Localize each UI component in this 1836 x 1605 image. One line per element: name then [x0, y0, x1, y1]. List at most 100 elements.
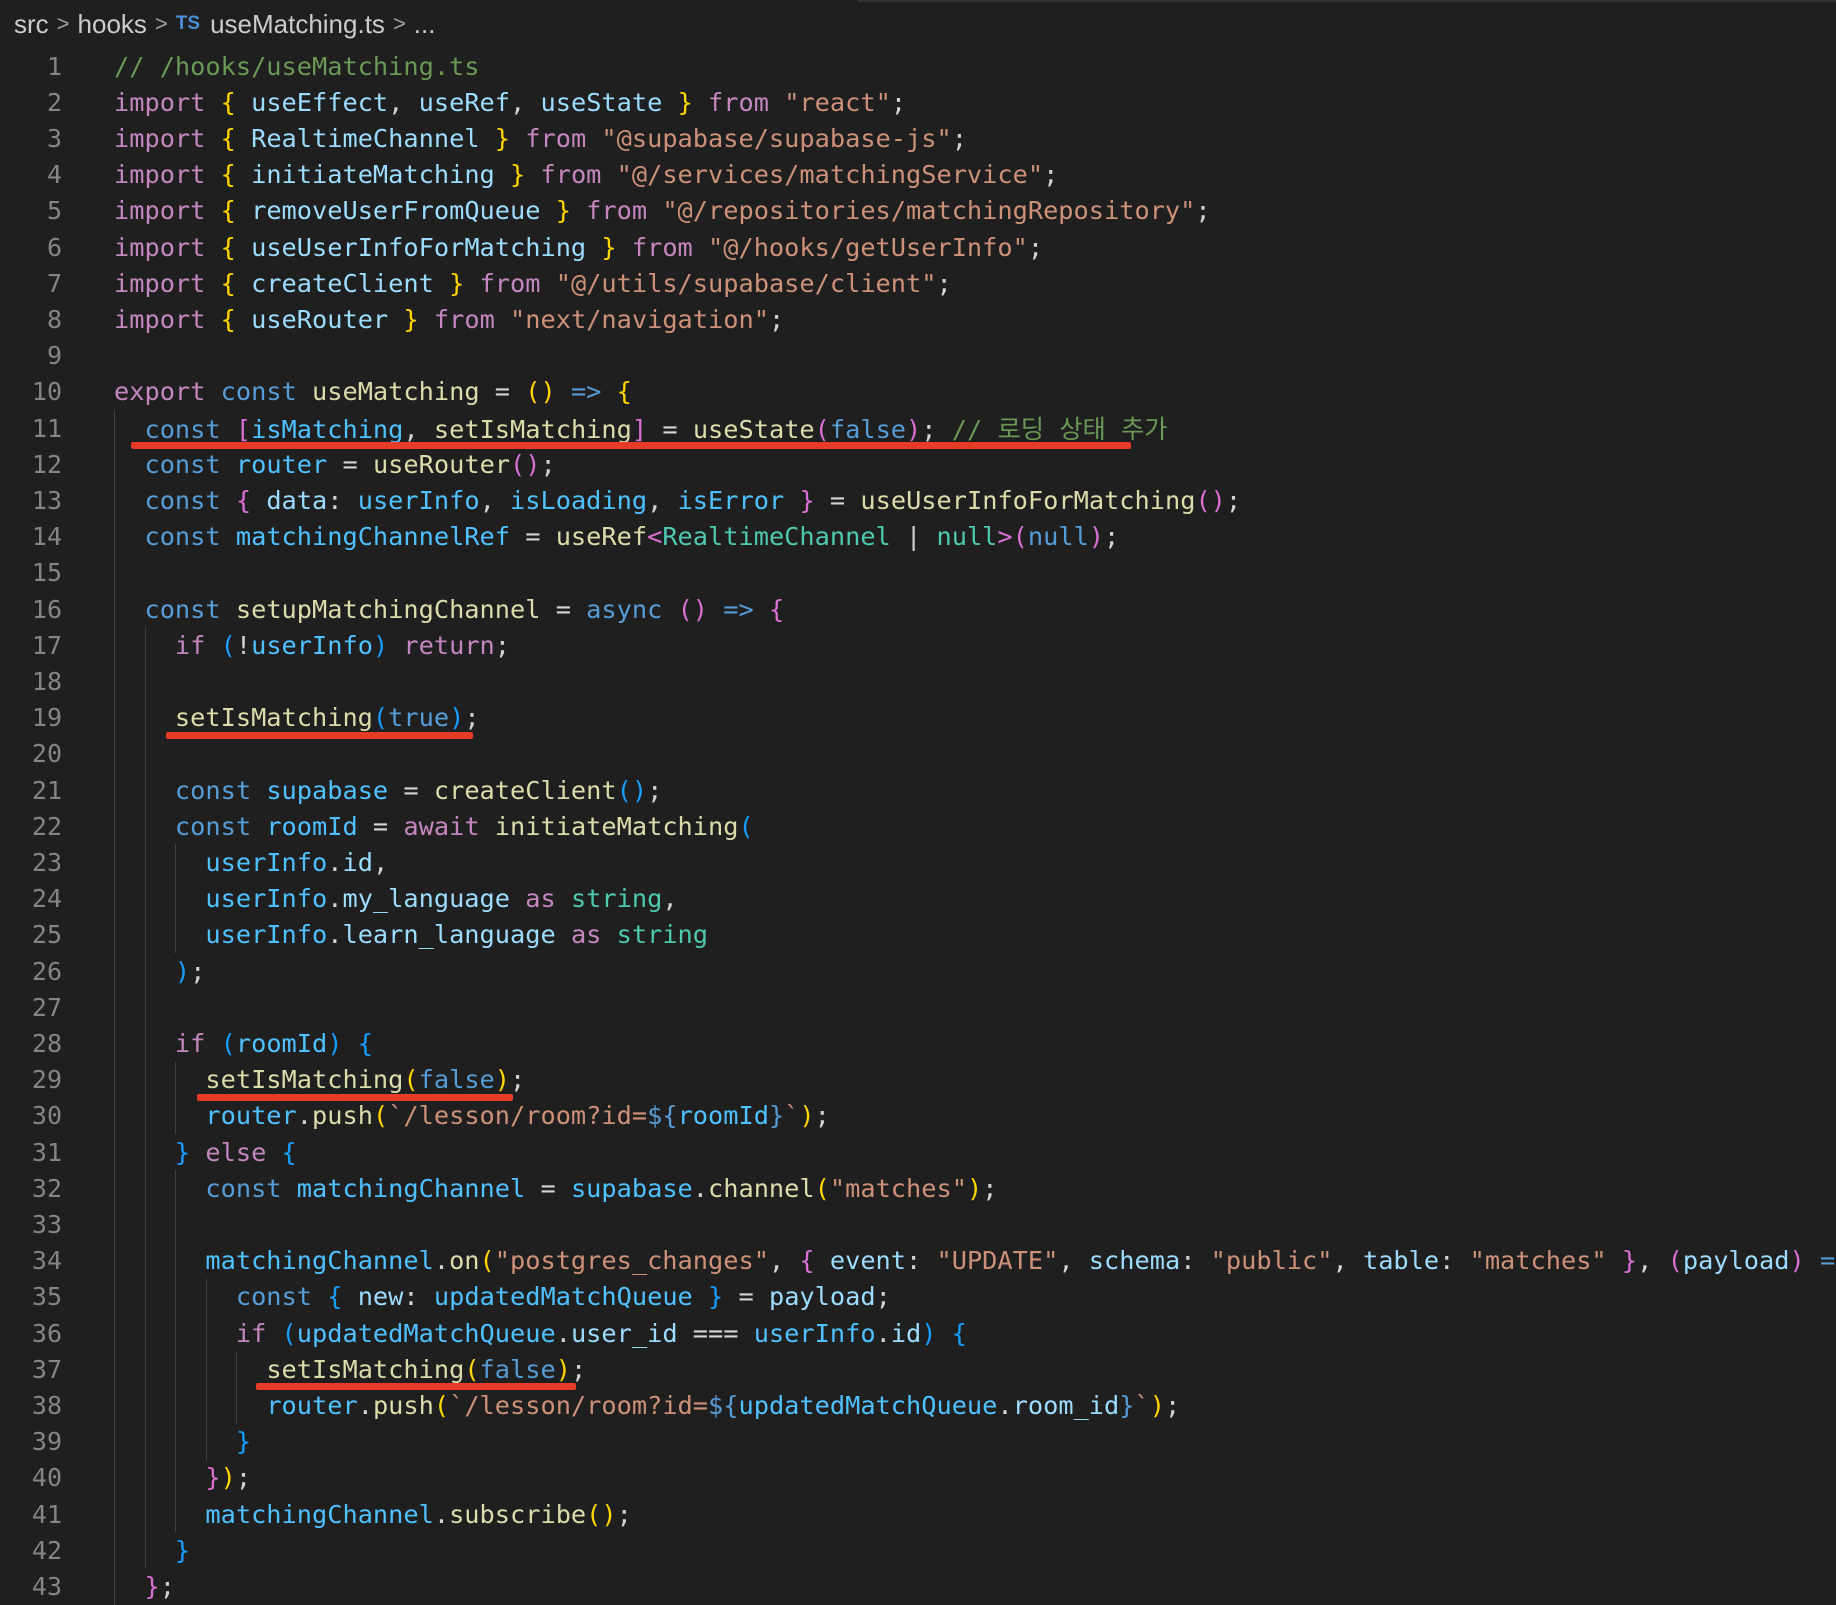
code-token: from: [525, 123, 587, 153]
code-line[interactable]: 29 setIsMatching(false);: [0, 1062, 1836, 1098]
code-line[interactable]: 6 import { useUserInfoForMatching } from …: [0, 229, 1836, 265]
line-number: 4: [46, 160, 62, 190]
breadcrumb-item-src[interactable]: src: [14, 9, 49, 40]
code-line[interactable]: 42 }: [0, 1532, 1836, 1568]
code-line[interactable]: 21 const supabase = createClient();: [0, 772, 1836, 808]
code-token: {: [220, 123, 236, 153]
code-line[interactable]: 17 if (!userInfo) return;: [0, 627, 1836, 663]
code-token: push: [312, 1101, 373, 1131]
code-token: "@/hooks/getUserInfo": [708, 232, 1028, 262]
code-line[interactable]: 30 router.push(`/lesson/room?id=${roomId…: [0, 1098, 1836, 1134]
code-token: "@/services/matchingService": [616, 160, 1044, 190]
code-token: string: [570, 884, 663, 914]
line-number: 1: [46, 51, 62, 81]
code-token: const: [144, 594, 221, 624]
code-token: import: [114, 304, 206, 334]
code-token: "matches": [829, 1173, 967, 1203]
indent-guide: [114, 410, 115, 1605]
code-line[interactable]: 41 matchingChannel.subscribe();: [0, 1496, 1836, 1532]
code-line[interactable]: 24 userInfo.my_language as string,: [0, 881, 1836, 917]
code-token: useRef: [555, 522, 648, 552]
code-line[interactable]: 10 export const useMatching = () => {: [0, 374, 1836, 410]
code-token: updatedMatchQueue: [296, 1318, 556, 1348]
code-token: {: [220, 232, 236, 262]
code-line[interactable]: 23 userInfo.id,: [0, 844, 1836, 880]
code-line[interactable]: 27: [0, 989, 1836, 1025]
code-line[interactable]: 12 const router = useRouter();: [0, 446, 1836, 482]
code-line[interactable]: 13 const { data: userInfo, isLoading, is…: [0, 482, 1836, 518]
code-token: ): [1149, 1390, 1165, 1420]
code-line[interactable]: 28 if (roomId) {: [0, 1025, 1836, 1061]
code-line[interactable]: 22 const roomId = await initiateMatching…: [0, 808, 1836, 844]
code-line[interactable]: 19 setIsMatching(true);: [0, 700, 1836, 736]
code-line[interactable]: 40 });: [0, 1460, 1836, 1496]
code-line[interactable]: 39 }: [0, 1424, 1836, 1460]
code-line[interactable]: 5 import { removeUserFromQueue } from "@/…: [0, 193, 1836, 229]
code-line[interactable]: 1 // /hooks/useMatching.ts: [0, 48, 1836, 84]
code-token: ;: [159, 1571, 175, 1601]
code-line[interactable]: 25 userInfo.learn_language as string: [0, 917, 1836, 953]
code-line[interactable]: 3 import { RealtimeChannel } from "@supab…: [0, 120, 1836, 156]
code-text: import { useRouter } from "next/navigati…: [114, 305, 784, 334]
breadcrumb-item-hooks[interactable]: hooks: [78, 9, 147, 40]
code-line[interactable]: 36 if (updatedMatchQueue.user_id === use…: [0, 1315, 1836, 1351]
indent-guide: [175, 1061, 177, 1134]
code-token: }: [174, 1137, 191, 1167]
code-line[interactable]: 18: [0, 663, 1836, 699]
code-token: roomId: [235, 1028, 328, 1058]
code-text: import { initiateMatching } from "@/serv…: [114, 160, 1058, 189]
breadcrumb-item-file[interactable]: useMatching.ts: [210, 9, 385, 40]
code-line[interactable]: 33: [0, 1206, 1836, 1242]
code-token: ;: [814, 1101, 830, 1131]
code-token: from: [631, 232, 693, 262]
code-line[interactable]: 26 );: [0, 953, 1836, 989]
code-line[interactable]: 31 } else {: [0, 1134, 1836, 1170]
code-text: userInfo.id,: [114, 848, 388, 877]
code-token: }: [799, 485, 815, 515]
code-line[interactable]: 14 const matchingChannelRef = useRef<Rea…: [0, 519, 1836, 555]
code-token: on: [449, 1246, 480, 1276]
code-line[interactable]: 15: [0, 555, 1836, 591]
code-line[interactable]: 20: [0, 736, 1836, 772]
code-token: roomId: [677, 1101, 769, 1131]
code-token: `: [1134, 1390, 1150, 1420]
code-token: setupMatchingChannel: [235, 594, 541, 624]
code-line[interactable]: 35 const { new: updatedMatchQueue } = pa…: [0, 1279, 1836, 1315]
code-line[interactable]: 34 matchingChannel.on("postgres_changes"…: [0, 1243, 1836, 1279]
code-token: (: [814, 415, 830, 444]
code-token: async: [586, 594, 663, 624]
code-line[interactable]: 38 router.push(`/lesson/room?id=${update…: [0, 1387, 1836, 1423]
code-token: import: [114, 87, 206, 117]
code-line[interactable]: 11 const [isMatching, setIsMatching] = u…: [0, 410, 1836, 446]
code-line[interactable]: 16 const setupMatchingChannel = async ()…: [0, 591, 1836, 627]
code-line[interactable]: 43 };: [0, 1568, 1836, 1604]
code-line[interactable]: 32 const matchingChannel = supabase.chan…: [0, 1170, 1836, 1206]
code-line[interactable]: 4 import { initiateMatching } from "@/ser…: [0, 157, 1836, 193]
breadcrumb-item-symbols[interactable]: ...: [414, 9, 436, 40]
code-line[interactable]: 9: [0, 338, 1836, 374]
code-editor[interactable]: 1 // /hooks/useMatching.ts 2 import { useEf…: [0, 45, 1836, 1605]
code-token: router: [205, 1101, 297, 1131]
code-token: string: [616, 920, 709, 950]
code-token: }: [768, 1101, 785, 1131]
line-number: 34: [31, 1246, 62, 1276]
code-line[interactable]: 7 import { createClient } from "@/utils/s…: [0, 265, 1836, 301]
code-line[interactable]: 37 setIsMatching(false);: [0, 1351, 1836, 1387]
code-line[interactable]: 8 import { useRouter } from "next/navigat…: [0, 301, 1836, 337]
code-line[interactable]: 2 import { useEffect, useRef, useState } …: [0, 84, 1836, 120]
code-token: ;: [875, 1282, 891, 1312]
